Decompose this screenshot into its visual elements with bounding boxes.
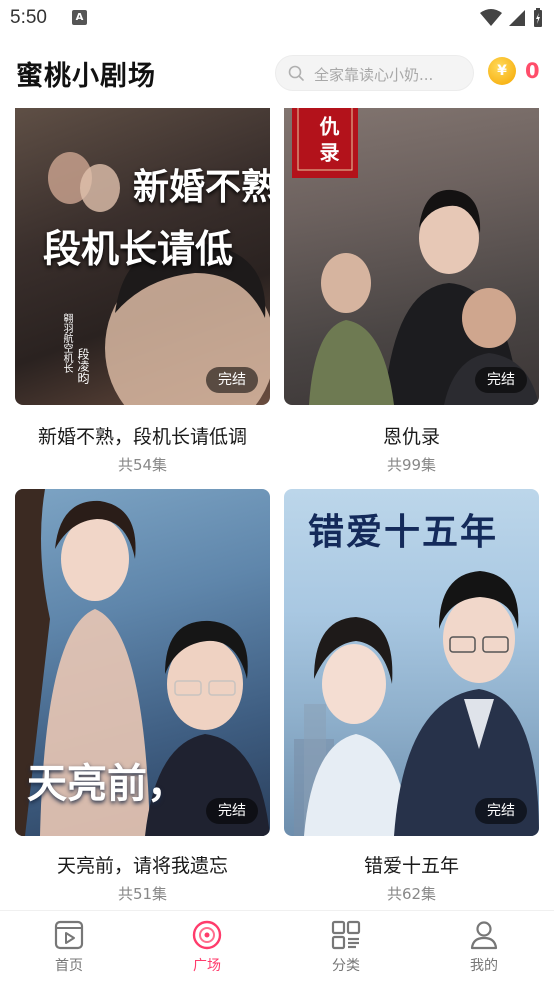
status-badge: 完结 [475,798,527,824]
status-bar: 5:50 A [0,0,554,36]
status-badge: 完结 [475,367,527,393]
app-title: 蜜桃小剧场 [16,61,156,92]
signal-icon [509,10,525,26]
drama-poster[interactable]: 天亮前， 完结 [15,489,270,836]
drama-title[interactable]: 天亮前，请将我遗忘 [15,851,270,878]
nav-item-category[interactable]: 分类 [306,919,386,975]
drama-card[interactable]: 错爱十五年 完结 错爱十五年 共62集 [284,489,539,903]
wifi-icon [480,9,502,26]
bottom-nav: 首页 广场 分类 我的 [0,910,554,984]
search-icon [288,65,304,81]
poster-subtitle-text: 段机长请低 [43,226,234,271]
episode-count: 共51集 [117,885,168,903]
drama-title[interactable]: 恩仇录 [284,422,539,449]
nav-label: 分类 [332,958,360,974]
status-time: 5:50 [10,7,47,28]
drama-poster[interactable]: 错爱十五年 完结 [284,489,539,836]
category-icon [331,920,361,950]
drama-card[interactable]: 天亮前， 完结 天亮前，请将我遗忘 共51集 [15,489,270,903]
home-icon [54,920,84,950]
nav-item-profile[interactable]: 我的 [444,919,524,975]
search-input[interactable]: 全家靠读心小奶... [275,55,474,91]
poster-side-text: 翱羽航空机长 [61,313,72,373]
coin-value: 0 [525,59,540,83]
episode-count: 共62集 [386,885,437,903]
drama-card[interactable]: 新婚不熟 段机长请低 翱羽航空机长 段凌昀 完结 新婚不熟，段机长请低调 共54… [15,108,270,474]
poster-seal-text: 仇录 [316,116,340,168]
drama-card[interactable]: 仇录 完结 恩仇录 共99集 [284,108,539,474]
app-header: 蜜桃小剧场 全家靠读心小奶... ¥ 0 [0,36,554,108]
nav-label: 我的 [470,958,498,974]
poster-title-text: 天亮前， [27,760,187,807]
status-badge: 完结 [206,798,258,824]
nav-label: 首页 [55,958,83,974]
episode-count: 共99集 [386,456,437,474]
drama-grid: 新婚不熟 段机长请低 翱羽航空机长 段凌昀 完结 新婚不熟，段机长请低调 共54… [0,108,554,910]
status-badge: 完结 [206,367,258,393]
search-placeholder: 全家靠读心小奶... [314,66,434,84]
poster-name-text: 段凌昀 [76,348,90,384]
nav-item-plaza[interactable]: 广场 [167,919,247,975]
battery-icon [534,8,542,27]
poster-title-text: 新婚不熟 [133,166,270,208]
drama-title[interactable]: 错爱十五年 [284,851,539,878]
plaza-icon [192,920,222,950]
drama-poster[interactable]: 仇录 完结 [284,108,539,405]
poster-title-text: 错爱十五年 [308,511,499,553]
status-icons [480,8,544,28]
episode-count: 共54集 [117,456,168,474]
nav-label: 广场 [193,958,221,974]
nav-item-home[interactable]: 首页 [29,919,109,975]
drama-title[interactable]: 新婚不熟，段机长请低调 [15,422,270,449]
notification-icon: A [72,10,87,25]
coin-icon: ¥ [488,57,516,85]
profile-icon [470,921,498,950]
coin-balance[interactable]: ¥ 0 [488,57,540,85]
drama-poster[interactable]: 新婚不熟 段机长请低 翱羽航空机长 段凌昀 完结 [15,108,270,405]
